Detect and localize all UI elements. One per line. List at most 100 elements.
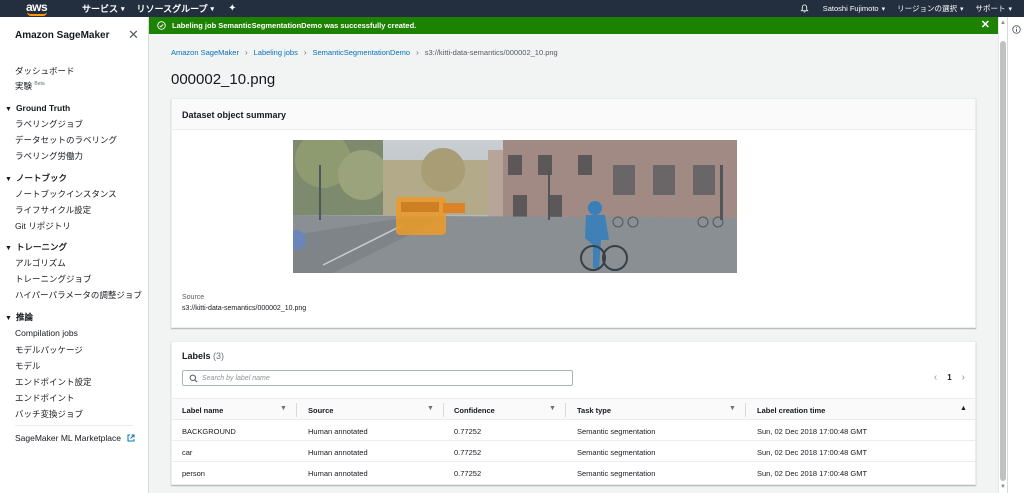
chevron-right-icon: › (244, 48, 248, 57)
sidebar-item-batch-transform[interactable]: バッチ変換ジョブ (15, 408, 83, 420)
sidebar-divider (15, 425, 133, 426)
panel-title: Dataset object summary (182, 110, 287, 120)
sidebar-item-labeling-jobs[interactable]: ラベリングジョブ (15, 118, 83, 130)
sidebar-item-endpoint-config[interactable]: エンドポイント設定 (15, 376, 92, 388)
breadcrumb-current: s3://kitti-data-semantics/000002_10.png (424, 48, 558, 57)
help-panel-strip (1007, 17, 1024, 493)
sidebar-group-training[interactable]: ▼ トレーニング (5, 241, 67, 253)
sidebar-group-notebook[interactable]: ▼ ノートブック (5, 172, 67, 184)
sort-ascending-icon[interactable]: ▲ (960, 405, 967, 412)
page-title: 000002_10.png (171, 71, 276, 88)
sidebar-item-dashboard[interactable]: ダッシュボード (15, 65, 75, 77)
chevron-right-icon: › (416, 48, 419, 57)
region-menu[interactable]: リージョンの選択 ▾ (897, 3, 963, 14)
label-search-input[interactable]: Search by label name (182, 370, 573, 386)
labels-count: (3) (213, 351, 225, 361)
column-divider (296, 403, 297, 417)
source-label: Source (182, 294, 205, 301)
column-divider (745, 403, 746, 417)
sidebar: Amazon SageMaker ✕ ダッシュボード 実験 Beta ▼ Grou… (0, 17, 149, 493)
sidebar-item-marketplace[interactable]: SageMaker ML Marketplace (15, 433, 135, 443)
search-placeholder: Search by label name (202, 375, 270, 382)
dataset-summary-panel: Dataset object summary Source s3://kitti… (171, 98, 976, 328)
pagination: ‹ 1 › (934, 372, 965, 383)
sidebar-item-experiments[interactable]: 実験 Beta (15, 80, 45, 92)
sort-caret-icon[interactable]: ▼ (427, 405, 434, 412)
sidebar-item-training-jobs[interactable]: トレーニングジョブ (15, 273, 92, 285)
source-value: s3://kitti-data-semantics/000002_10.png (182, 305, 307, 312)
chevron-right-icon[interactable]: › (962, 372, 965, 383)
sort-caret-icon[interactable]: ▼ (729, 405, 736, 412)
caret-down-icon: ▼ (5, 315, 12, 322)
flash-message: Labeling job SemanticSegmentationDemo wa… (172, 21, 417, 30)
sidebar-item-compilation-jobs[interactable]: Compilation jobs (15, 328, 78, 338)
top-navigation-bar: aws サービス ▾ リソースグループ ▾ ✦ Satoshi Fujimoto ▾ … (0, 0, 1024, 17)
scroll-up-icon[interactable]: ▲ (1000, 20, 1006, 26)
sidebar-item-notebook-instances[interactable]: ノートブックインスタンス (15, 188, 117, 200)
resource-groups-menu[interactable]: リソースグループ ▾ (137, 2, 215, 15)
aws-smile-icon (27, 12, 47, 16)
sidebar-group-inference[interactable]: ▼ 推論 (5, 311, 33, 323)
sidebar-item-model-packages[interactable]: モデルパッケージ (15, 344, 83, 356)
column-creation-time[interactable]: Label creation time (757, 406, 825, 415)
chevron-down-icon: ▾ (959, 5, 964, 13)
chevron-down-icon: ▾ (1008, 5, 1012, 13)
search-icon (189, 374, 198, 383)
services-menu[interactable]: サービス ▾ (82, 2, 125, 15)
column-source[interactable]: Source (308, 406, 333, 415)
sidebar-item-hyperparameter-tuning[interactable]: ハイパーパラメータの調整ジョブ (15, 289, 142, 301)
pin-icon[interactable]: ✦ (228, 3, 236, 14)
chevron-down-icon: ▾ (881, 5, 886, 13)
sort-caret-icon[interactable]: ▼ (549, 405, 556, 412)
scroll-down-icon[interactable]: ▼ (1000, 484, 1006, 490)
column-task-type[interactable]: Task type (577, 406, 611, 415)
sidebar-item-endpoints[interactable]: エンドポイント (15, 392, 75, 404)
table-row[interactable]: person Human annotated 0.77252 Semantic … (172, 462, 975, 483)
breadcrumb-labeling-jobs[interactable]: Labeling jobs (254, 48, 298, 57)
labels-panel: Labels (3) Search by label name ‹ 1 › La… (171, 341, 976, 485)
chevron-down-icon: ▾ (121, 5, 125, 13)
column-confidence[interactable]: Confidence (454, 406, 495, 415)
close-icon[interactable]: ✕ (128, 27, 139, 43)
column-divider (443, 403, 444, 417)
column-label-name[interactable]: Label name (182, 406, 223, 415)
sort-caret-icon[interactable]: ▼ (280, 405, 287, 412)
user-menu[interactable]: Satoshi Fujimoto ▾ (823, 4, 885, 13)
breadcrumb: Amazon SageMaker › Labeling jobs › Seman… (171, 48, 558, 57)
breadcrumb-sagemaker[interactable]: Amazon SageMaker (171, 48, 239, 57)
scrollbar-thumb[interactable] (1000, 41, 1006, 481)
sidebar-item-lifecycle-config[interactable]: ライフサイクル設定 (15, 204, 91, 216)
aws-logo[interactable]: aws (26, 0, 70, 17)
sidebar-item-models[interactable]: モデル (15, 360, 41, 372)
info-icon[interactable] (1012, 25, 1021, 34)
column-divider (565, 403, 566, 417)
chevron-right-icon: › (303, 48, 307, 57)
main-content: Labeling job SemanticSegmentationDemo wa… (149, 17, 998, 493)
caret-down-icon: ▼ (5, 245, 12, 252)
dataset-image (293, 140, 737, 273)
sidebar-item-git-repositories[interactable]: Git リポジトリ (15, 220, 71, 232)
beta-badge: Beta (34, 81, 45, 88)
sidebar-item-algorithms[interactable]: アルゴリズム (15, 257, 66, 269)
table-row[interactable]: BACKGROUND Human annotated 0.77252 Seman… (172, 420, 975, 441)
labels-title: Labels (3) (182, 351, 225, 361)
vertical-scrollbar[interactable]: ▲ ▼ (998, 17, 1007, 493)
table-header: Label name ▼ Source ▼ Confidence ▼ Task … (172, 398, 975, 420)
sidebar-item-labeling-datasets[interactable]: データセットのラベリング (15, 134, 117, 146)
caret-down-icon: ▼ (5, 176, 12, 183)
caret-down-icon: ▼ (5, 106, 12, 113)
close-icon[interactable]: ✕ (981, 18, 990, 31)
sidebar-item-labeling-workforces[interactable]: ラベリング労働力 (15, 150, 83, 162)
chevron-down-icon: ▾ (210, 5, 215, 13)
bell-icon[interactable] (800, 4, 809, 13)
sidebar-title: Amazon SageMaker (15, 30, 110, 41)
page-number[interactable]: 1 (947, 373, 951, 382)
chevron-left-icon[interactable]: ‹ (934, 372, 937, 383)
panel-header: Dataset object summary (172, 99, 975, 130)
table-row[interactable]: car Human annotated 0.77252 Semantic seg… (172, 441, 975, 462)
external-link-icon (127, 434, 135, 442)
sidebar-group-ground-truth[interactable]: ▼ Ground Truth (5, 103, 70, 113)
breadcrumb-job[interactable]: SemanticSegmentationDemo (313, 48, 411, 57)
success-check-icon (157, 21, 166, 30)
support-menu[interactable]: サポート ▾ (975, 3, 1012, 14)
